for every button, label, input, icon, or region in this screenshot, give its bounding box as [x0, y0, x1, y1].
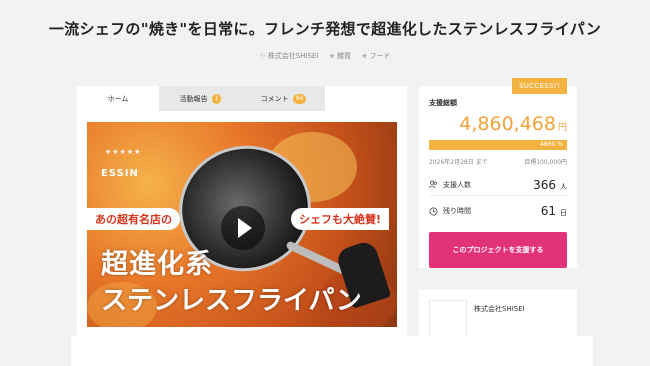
- hero-headline-2: ステンレスフライパン: [101, 286, 362, 316]
- tab-label: コメント: [260, 94, 289, 103]
- funding-panel: SUCCESS!! 支援総額 4,860,468 円 4860 % 2026年2月…: [419, 78, 577, 268]
- supporters-row: 支援人数 366 人: [429, 174, 567, 196]
- supporters-value: 366: [533, 177, 556, 192]
- remaining-row: 残り時間 61 日: [429, 200, 567, 222]
- hero-caption-left: あの超有名店の: [87, 208, 180, 230]
- project-main: ホーム 活動報告 1 コメント 94 ★★★★★ ESSIN あの超有名店の シ…: [77, 86, 407, 336]
- owner-link[interactable]: 株式会社SHISEI: [268, 52, 319, 60]
- remaining-unit: 日: [560, 209, 567, 217]
- tab-label: ホーム: [107, 94, 129, 103]
- tab-comments[interactable]: コメント 94: [242, 86, 325, 111]
- deadline-text: 2026年2月28日 まで: [429, 159, 488, 166]
- avatar[interactable]: [429, 300, 467, 340]
- count-badge: 94: [292, 93, 307, 104]
- user-icon: ⚇: [259, 52, 266, 60]
- support-project-button[interactable]: このプロジェクトを支援する: [429, 232, 567, 268]
- funding-dates: 2026年2月28日 まで 目標100,000円: [429, 157, 567, 166]
- funding-label: 支援総額: [429, 99, 457, 107]
- users-icon: [429, 180, 437, 189]
- goal-text: 目標100,000円: [524, 159, 567, 166]
- clock-icon: [429, 207, 438, 215]
- count-badge: 1: [211, 93, 222, 104]
- star-icon: ★: [328, 52, 335, 60]
- tab-label: 活動報告: [179, 94, 208, 103]
- owner-name[interactable]: 株式会社SHISEI: [474, 304, 525, 314]
- supporters-unit: 人: [560, 182, 567, 191]
- owner-card: 株式会社SHISEI: [419, 290, 577, 340]
- tab-activity-reports[interactable]: 活動報告 1: [159, 86, 242, 111]
- category-link[interactable]: フード: [370, 52, 391, 60]
- hero-caption-right: シェフも大絶賛!: [291, 208, 390, 230]
- rating-stars: ★★★★★: [105, 148, 142, 156]
- content-footer: [71, 336, 593, 366]
- hero-video[interactable]: ★★★★★ ESSIN あの超有名店の シェフも大絶賛! 超進化系 ステンレスフ…: [87, 122, 397, 327]
- hero-headline-1: 超進化系: [101, 249, 213, 280]
- project-meta: ⚇ 株式会社SHISEI ★ 雑貨 ★ フード: [0, 51, 650, 61]
- tab-home[interactable]: ホーム: [77, 86, 159, 111]
- remaining-label: 残り時間: [443, 207, 471, 215]
- status-badge: SUCCESS!!: [512, 78, 567, 94]
- category-link[interactable]: 雑貨: [337, 52, 351, 60]
- amount-unit: 円: [557, 123, 567, 133]
- progress-bar: 4860 %: [429, 140, 567, 150]
- remaining-value: 61: [540, 204, 556, 218]
- page-title: 一流シェフの"焼き"を日常に。フレンチ発想で超進化したステンレスフライパン: [48, 20, 602, 38]
- project-tabs: ホーム 活動報告 1 コメント 94: [77, 86, 325, 111]
- star-icon: ★: [361, 52, 368, 60]
- progress-text: 4860 %: [540, 141, 563, 148]
- amount-value: 4,860,468: [459, 113, 556, 135]
- play-icon[interactable]: [221, 206, 265, 250]
- supporters-label: 支援人数: [443, 180, 471, 189]
- brand-logo: ESSIN: [101, 168, 139, 179]
- funding-amount: 4,860,468 円: [459, 113, 567, 135]
